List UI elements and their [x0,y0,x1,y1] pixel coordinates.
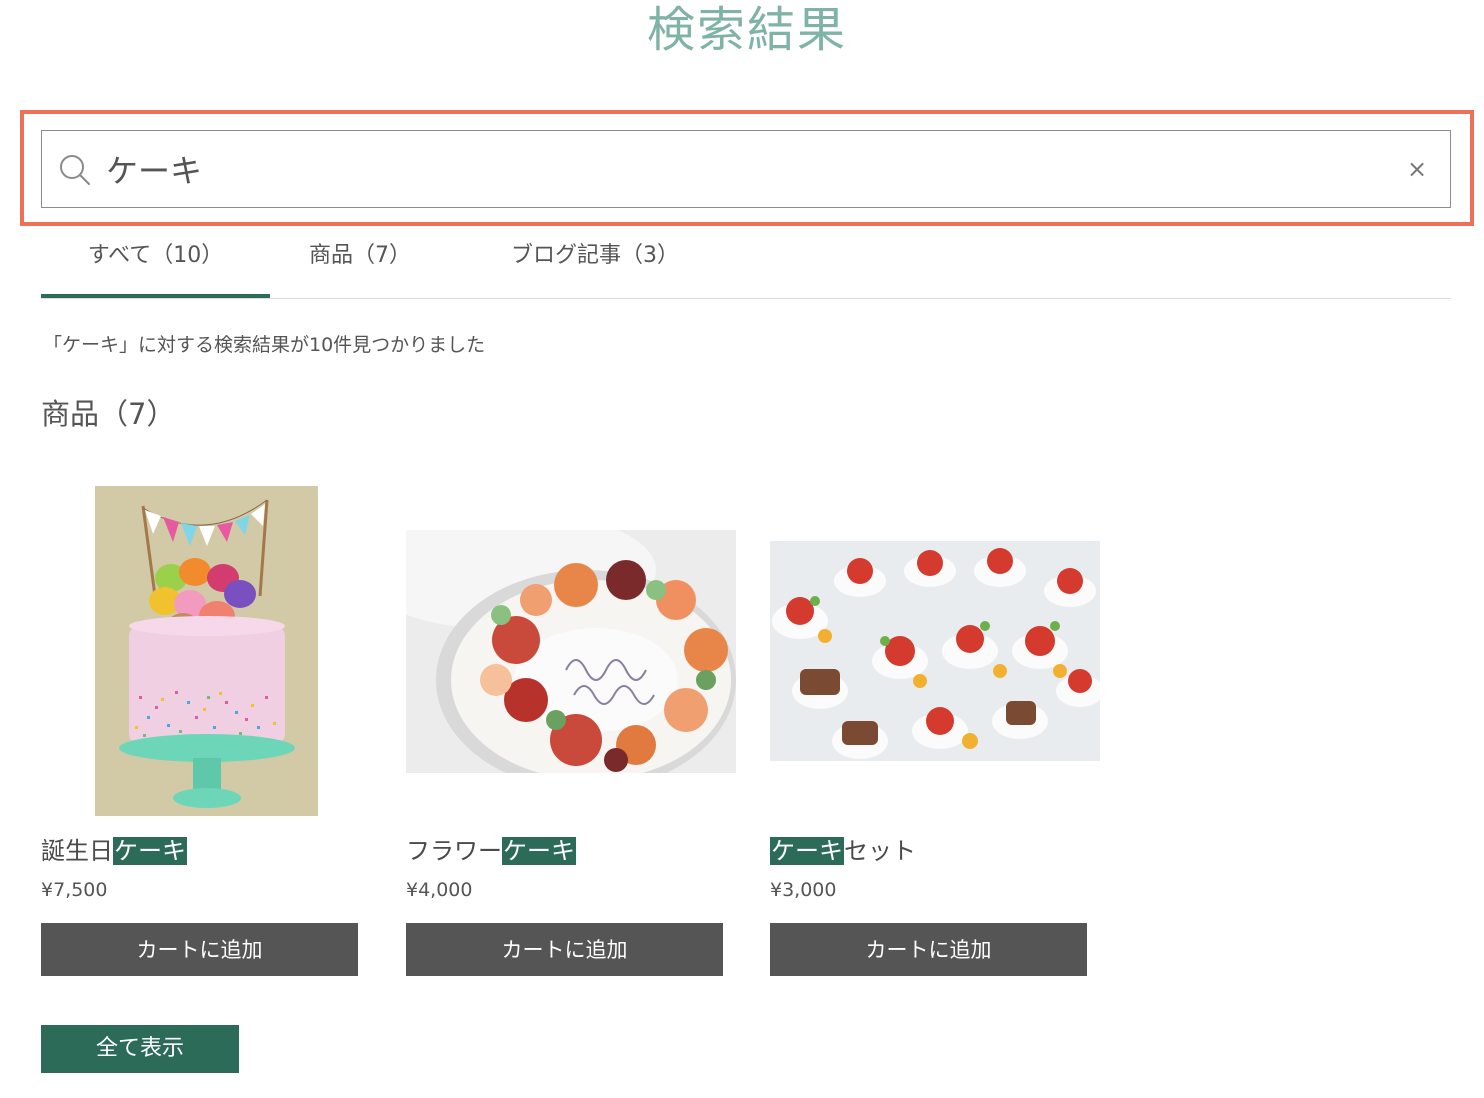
tab-products[interactable]: 商品（7） [270,226,450,298]
add-to-cart-button[interactable]: カートに追加 [770,923,1087,976]
products-section-heading: 商品（7） [41,397,176,431]
search-box[interactable]: × [41,130,1451,208]
search-icon [60,155,90,185]
product-price: ¥7,500 [41,879,108,901]
show-all-button[interactable]: 全て表示 [41,1025,239,1073]
product-image-flower-cake[interactable] [406,530,736,773]
search-term-highlight: ケーキ [113,837,187,865]
result-tabs: すべて（10） 商品（7） ブログ記事（3） [41,226,1451,299]
product-price: ¥3,000 [770,879,837,901]
tab-all[interactable]: すべて（10） [41,226,270,298]
search-term-highlight: ケーキ [770,837,844,865]
page-title: 検索結果 [646,2,847,58]
product-name[interactable]: フラワーケーキ [406,834,576,868]
add-to-cart-button[interactable]: カートに追加 [406,923,723,976]
search-term-highlight: ケーキ [502,837,576,865]
add-to-cart-button[interactable]: カートに追加 [41,923,358,976]
tab-blog-posts[interactable]: ブログ記事（3） [450,226,740,298]
product-name[interactable]: 誕生日ケーキ [41,834,187,868]
search-input[interactable] [106,141,1396,197]
product-name[interactable]: ケーキセット [770,834,916,868]
product-image-cake-set[interactable] [770,541,1100,761]
clear-search-icon[interactable]: × [1404,156,1430,182]
product-image-birthday-cake[interactable] [95,486,318,816]
results-summary: 「ケーキ」に対する検索結果が10件見つかりました [43,334,486,356]
product-price: ¥4,000 [406,879,473,901]
